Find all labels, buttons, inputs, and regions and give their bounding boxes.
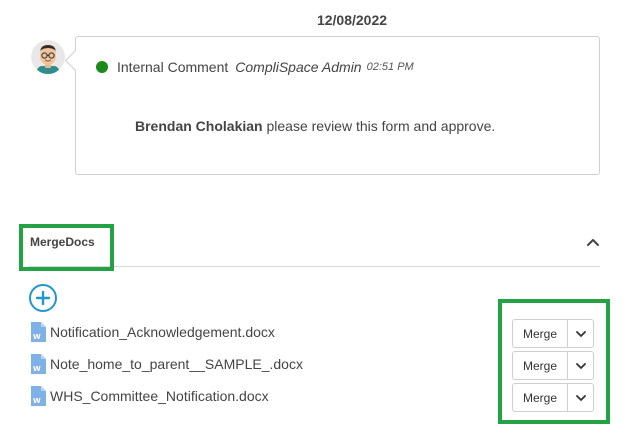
word-document-icon: W: [31, 322, 46, 342]
comment-body: Brendan Cholakian please review this for…: [135, 118, 495, 134]
comment-message: please review this form and approve.: [262, 118, 496, 134]
document-name[interactable]: Note_home_to_parent__SAMPLE_.docx: [50, 356, 303, 372]
comment-date: 12/08/2022: [316, 12, 388, 28]
document-name[interactable]: Notification_Acknowledgement.docx: [50, 324, 275, 340]
comment-type: Internal Comment: [117, 59, 229, 75]
plus-icon: [35, 290, 51, 306]
document-name[interactable]: WHS_Committee_Notification.docx: [50, 388, 269, 404]
comment-card: Internal Comment CompliSpace Admin 02:51…: [75, 36, 600, 175]
svg-text:W: W: [33, 333, 41, 341]
comment-mention[interactable]: Brendan Cholakian: [135, 118, 263, 134]
comment-time: 02:51 PM: [366, 61, 414, 73]
avatar: [31, 40, 65, 74]
user-avatar-icon: [31, 40, 65, 74]
status-dot-icon: [96, 61, 108, 73]
svg-text:W: W: [33, 397, 41, 405]
comment-author: CompliSpace Admin: [235, 59, 362, 75]
word-document-icon: W: [31, 354, 46, 374]
highlight-box-merge: [498, 299, 610, 424]
page: 12/08/2022 Internal Comment CompliSpace …: [0, 0, 641, 438]
chevron-up-icon[interactable]: [583, 232, 603, 252]
add-document-button[interactable]: [29, 284, 57, 312]
highlight-box-title: [19, 224, 114, 271]
comment-header: Internal Comment CompliSpace Admin 02:51…: [96, 59, 414, 75]
word-document-icon: W: [31, 386, 46, 406]
svg-text:W: W: [33, 365, 41, 373]
